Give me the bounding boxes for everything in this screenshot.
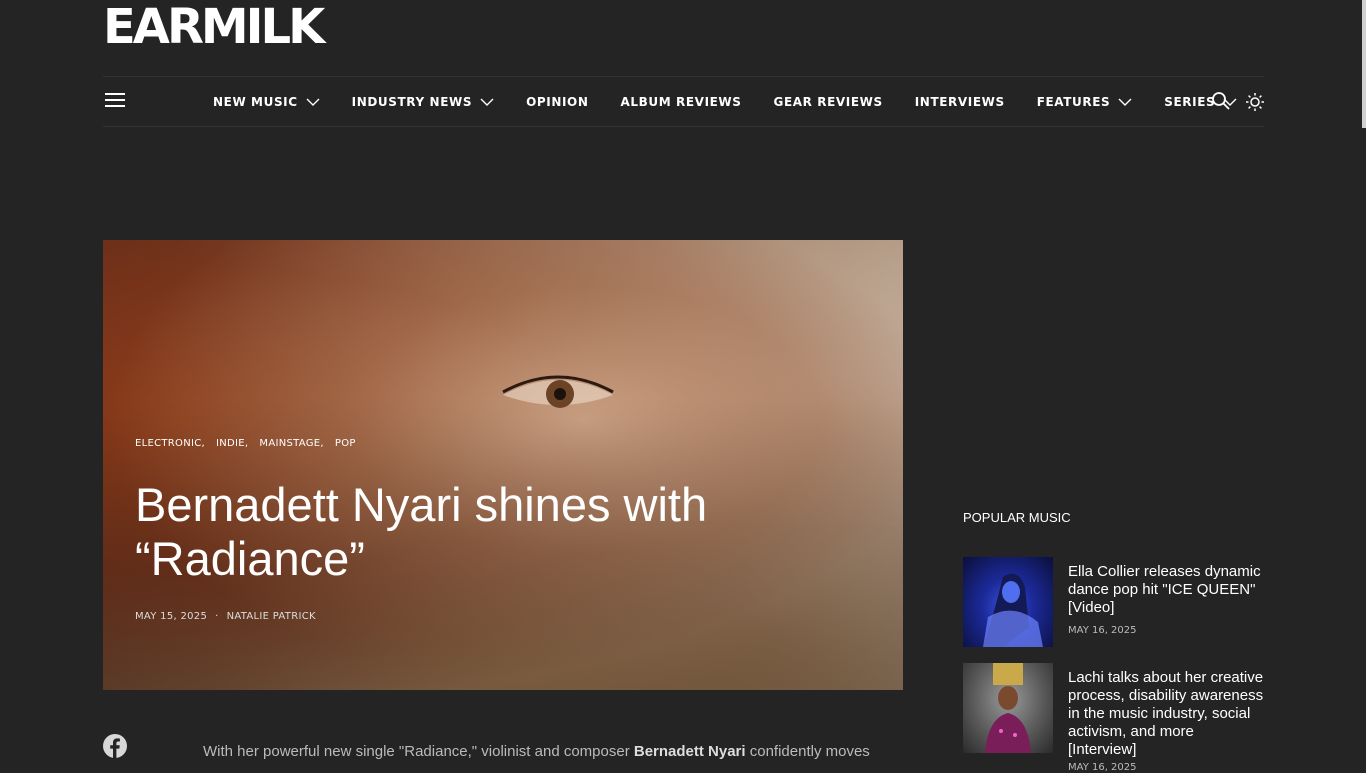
- nav-item-industry-news[interactable]: INDUSTRY NEWS: [352, 95, 494, 109]
- category-list: ELECTRONIC, INDIE, MAINSTAGE, POP: [135, 438, 367, 449]
- nav-item-label: OPINION: [526, 94, 589, 109]
- facebook-icon[interactable]: [103, 734, 127, 758]
- nav-item-interviews[interactable]: INTERVIEWS: [915, 95, 1005, 109]
- thumbnail-figure: [985, 663, 1031, 753]
- meta-separator: ·: [215, 611, 219, 622]
- artist-name: Bernadett Nyari: [633, 743, 746, 760]
- chevron-down-icon: [1118, 98, 1132, 106]
- popular-item-title[interactable]: Ella Collier releases dynamic dance pop …: [1068, 563, 1266, 617]
- chevron-down-icon: [480, 98, 494, 106]
- nav-item-label: SERIES: [1164, 94, 1216, 109]
- nav-item-album-reviews[interactable]: ALBUM REVIEWS: [621, 95, 742, 109]
- article-intro: With her powerful new single "Radiance,"…: [203, 742, 903, 762]
- article-author[interactable]: NATALIE PATRICK: [227, 611, 316, 622]
- article-date: MAY 15, 2025: [135, 611, 208, 622]
- nav-item-label: INTERVIEWS: [914, 94, 1005, 109]
- main-nav: NEW MUSIC INDUSTRY NEWS OPINION ALBUM RE…: [103, 76, 1264, 127]
- site-logo[interactable]: EARMILK: [103, 3, 325, 51]
- scrollbar[interactable]: [1362, 0, 1366, 128]
- category-pop[interactable]: POP: [335, 438, 356, 449]
- popular-item[interactable]: Ella Collier releases dynamic dance pop …: [963, 557, 1263, 657]
- hero-overlay: [103, 240, 903, 690]
- article-title: Bernadett Nyari shines with “Radiance”: [135, 478, 708, 585]
- category-indie[interactable]: INDIE,: [216, 438, 248, 449]
- hero-image[interactable]: ELECTRONIC, INDIE, MAINSTAGE, POP Bernad…: [103, 240, 903, 690]
- sun-icon[interactable]: [1245, 92, 1265, 112]
- popular-item-date: MAY 16, 2025: [1068, 625, 1137, 636]
- search-icon[interactable]: [1211, 91, 1231, 111]
- nav-item-label: NEW MUSIC: [213, 94, 298, 109]
- nav-item-label: GEAR REVIEWS: [773, 94, 883, 109]
- hamburger-icon[interactable]: [105, 93, 125, 109]
- popular-item-thumbnail[interactable]: [963, 557, 1053, 647]
- nav-item-label: INDUSTRY NEWS: [351, 94, 473, 109]
- popular-music-heading: POPULAR MUSIC: [963, 510, 1071, 525]
- popular-item-thumbnail[interactable]: [963, 663, 1053, 753]
- nav-item-gear-reviews[interactable]: GEAR REVIEWS: [774, 95, 883, 109]
- nav-item-opinion[interactable]: OPINION: [526, 95, 588, 109]
- category-mainstage[interactable]: MAINSTAGE,: [259, 438, 324, 449]
- article-intro-text: With her powerful new single "Radiance,"…: [203, 743, 634, 760]
- thumbnail-figure: [983, 573, 1043, 647]
- article-intro-text-end: confidently moves: [745, 743, 870, 760]
- nav-item-features[interactable]: FEATURES: [1037, 95, 1133, 109]
- nav-item-label: ALBUM REVIEWS: [620, 94, 742, 109]
- popular-item-title[interactable]: Lachi talks about her creative process, …: [1068, 669, 1266, 759]
- category-electronic[interactable]: ELECTRONIC,: [135, 438, 205, 449]
- nav-item-new-music[interactable]: NEW MUSIC: [213, 95, 320, 109]
- popular-item[interactable]: Lachi talks about her creative process, …: [963, 663, 1266, 773]
- nav-item-label: FEATURES: [1036, 94, 1111, 109]
- article-meta: MAY 15, 2025 · NATALIE PATRICK: [135, 611, 316, 622]
- chevron-down-icon: [306, 98, 320, 106]
